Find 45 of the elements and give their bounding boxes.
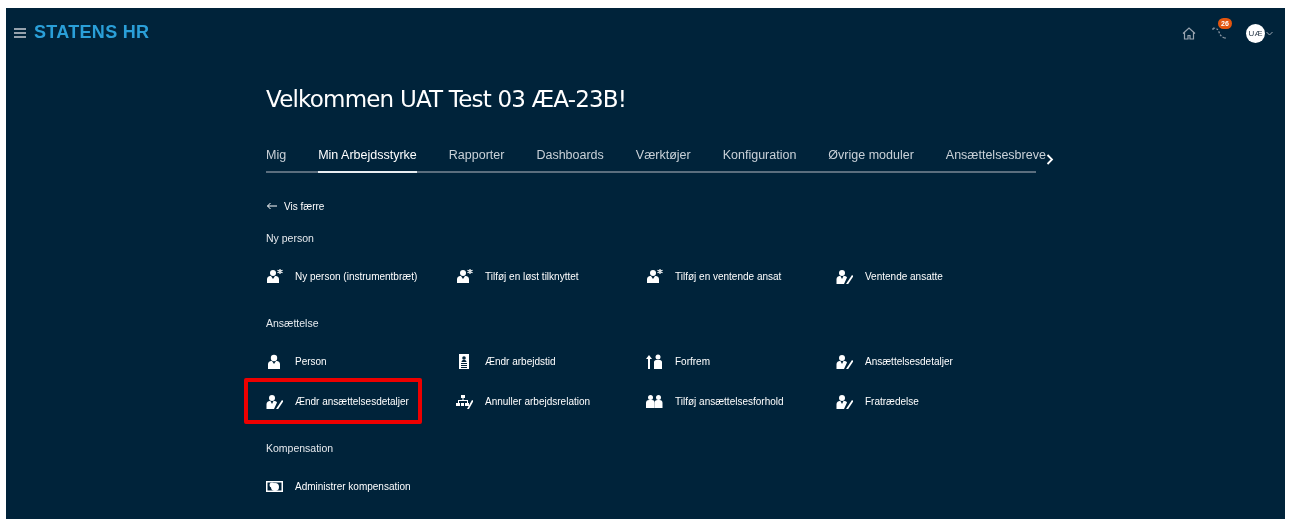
task-link[interactable]: Tilføj ansættelsesforhold: [675, 395, 784, 407]
nav-tab[interactable]: Mig: [266, 148, 287, 173]
user-avatar[interactable]: UÆ: [1246, 23, 1265, 43]
home-icon[interactable]: [1182, 26, 1196, 40]
task-link[interactable]: Person: [295, 355, 327, 367]
task-link[interactable]: Tilføj en løst tilknyttet: [485, 270, 579, 282]
task-link[interactable]: Forfrem: [675, 355, 710, 367]
nav-tab[interactable]: Rapporter: [448, 148, 505, 173]
task-link[interactable]: Administrer kompensation: [295, 480, 411, 492]
person-add-icon: [266, 268, 283, 284]
nav-tab[interactable]: Min Arbejdsstyrke: [318, 148, 417, 173]
task-link[interactable]: Ansættelsesdetaljer: [865, 355, 953, 367]
app-title: STATENS HR: [34, 21, 150, 43]
section-heading: Ny person: [266, 232, 314, 244]
nav-tab[interactable]: Dashboards: [536, 148, 604, 173]
nav-tab[interactable]: Konfiguration: [722, 148, 797, 173]
task-link[interactable]: Ventende ansatte: [865, 270, 943, 282]
show-less-link[interactable]: Vis færre: [266, 198, 325, 214]
person-edit-icon: [836, 353, 853, 369]
section-heading: Ansættelse: [266, 317, 319, 329]
task-link[interactable]: Ny person (instrumentbræt): [295, 270, 418, 282]
section-heading: Kompensation: [266, 442, 334, 454]
welcome-heading: Velkommen UAT Test 03 ÆA-23B!: [266, 86, 628, 112]
person-add-icon: [456, 268, 473, 284]
money-icon: [266, 478, 283, 494]
nav-tab[interactable]: Øvrige moduler: [828, 148, 914, 173]
person-icon: [266, 353, 283, 369]
task-link[interactable]: Annuller arbejdsrelation: [485, 395, 591, 407]
person-edit-icon: [836, 393, 853, 409]
person-edit-icon: [266, 393, 283, 409]
person-add-icon: [646, 268, 663, 284]
nav-tab[interactable]: Værktøjer: [635, 148, 691, 173]
chevron-down-icon[interactable]: [1266, 30, 1273, 36]
arrow-left-icon: [266, 202, 278, 210]
chevron-right-icon[interactable]: [1046, 154, 1054, 165]
task-link[interactable]: Tilføj en ventende ansat: [675, 270, 782, 282]
task-link[interactable]: Ændr arbejdstid: [485, 355, 556, 367]
task-link[interactable]: Ændr ansættelsesdetaljer: [295, 395, 409, 407]
person-edit-icon: [836, 268, 853, 284]
nav-tab[interactable]: Ansættelsesbreve: [945, 148, 1046, 173]
task-link[interactable]: Fratrædelse: [865, 395, 919, 407]
org-chart-icon: [456, 393, 473, 409]
menu-icon[interactable]: [14, 28, 26, 38]
group-icon: [646, 393, 663, 409]
promote-icon: [646, 353, 663, 369]
